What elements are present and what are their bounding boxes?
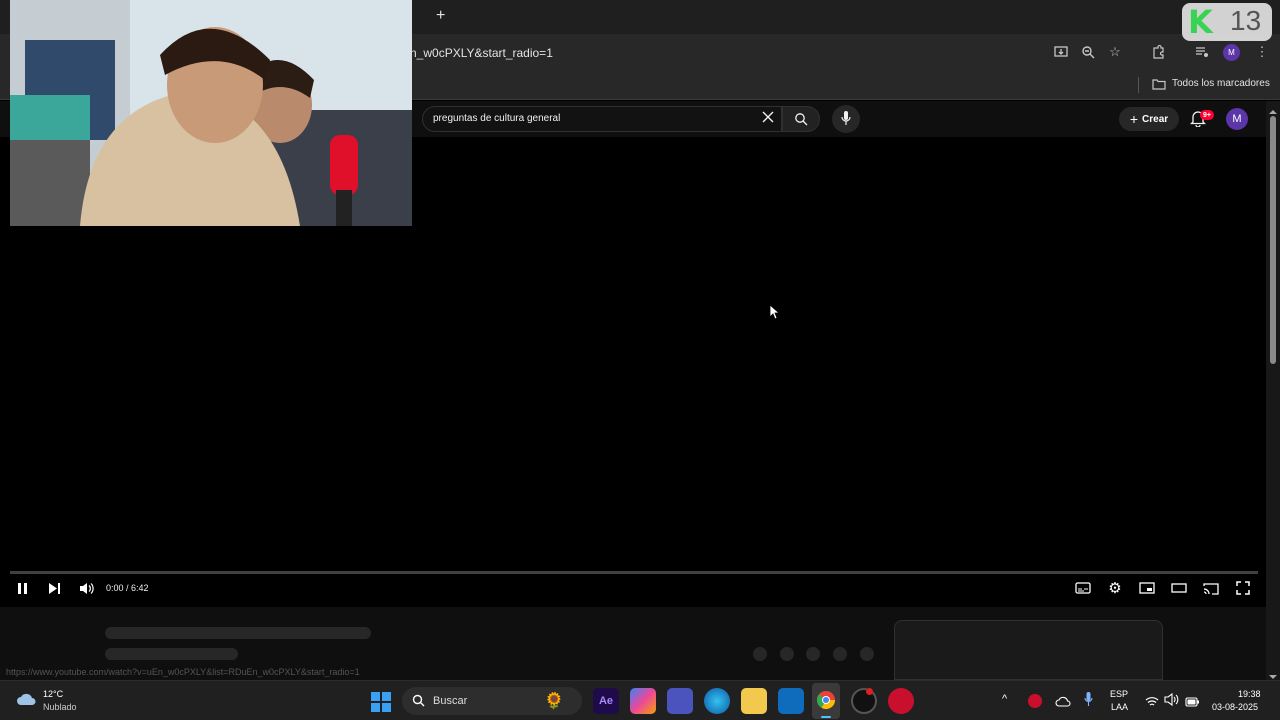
zoom-icon[interactable] xyxy=(1078,42,1098,62)
microphone-tray-icon[interactable] xyxy=(1084,692,1093,712)
mouse-cursor-icon xyxy=(769,304,781,325)
playlist-panel-skeleton xyxy=(894,620,1163,680)
volume-button[interactable] xyxy=(75,577,97,599)
cloud-weather-icon[interactable] xyxy=(16,691,38,712)
webcam-overlay xyxy=(10,0,412,226)
sunflower-icon: 🌻 xyxy=(544,693,564,710)
pause-icon xyxy=(18,582,27,594)
windows-taskbar: 12°C Nublado Buscar 🌻 Ae ^ ESP LAA 19:38… xyxy=(0,680,1280,720)
loading-dot xyxy=(780,647,794,661)
scroll-down-arrow-icon[interactable] xyxy=(1269,668,1277,679)
edge-browser-icon[interactable] xyxy=(704,688,730,714)
create-label: Crear xyxy=(1142,113,1169,125)
fullscreen-button[interactable] xyxy=(1232,577,1254,599)
weather-desc: Nublado xyxy=(43,702,77,712)
weather-temp: 12°C xyxy=(43,689,64,699)
obs-app-icon[interactable] xyxy=(851,688,877,714)
taskbar-search-placeholder: Buscar xyxy=(433,695,468,707)
teams-app-icon[interactable] xyxy=(667,688,693,714)
install-app-icon[interactable] xyxy=(1051,42,1071,62)
subtitles-icon xyxy=(1075,582,1091,594)
next-button[interactable] xyxy=(43,577,65,599)
clock-time[interactable]: 19:38 xyxy=(1238,689,1261,700)
cast-button[interactable] xyxy=(1200,577,1222,599)
onedrive-cloud-icon[interactable] xyxy=(1055,694,1071,712)
bookmarks-divider xyxy=(1138,77,1139,93)
windows-logo-icon xyxy=(371,692,391,712)
pause-button[interactable] xyxy=(12,577,34,599)
miniplayer-button[interactable] xyxy=(1136,577,1158,599)
after-effects-app[interactable]: Ae xyxy=(593,688,619,714)
search-input[interactable]: preguntas de cultura general xyxy=(422,106,782,132)
logo-number: 13 xyxy=(1230,5,1262,36)
browser-menu-icon[interactable]: ⋮ xyxy=(1252,42,1272,62)
file-explorer-icon[interactable] xyxy=(741,688,767,714)
youtube-account-avatar[interactable]: M xyxy=(1226,108,1248,130)
language-layout[interactable]: LAA xyxy=(1111,702,1128,713)
folder-icon xyxy=(1152,77,1166,95)
speaker-icon[interactable] xyxy=(1164,692,1179,711)
taskbar-search[interactable]: Buscar 🌻 xyxy=(402,687,582,715)
settings-button[interactable]: ⚙ xyxy=(1104,577,1126,599)
url-text: n_w0cPXLY&start_radio=1 xyxy=(410,46,553,60)
time-display: 0:00 / 6:42 xyxy=(106,583,149,593)
microphone-icon xyxy=(841,111,851,131)
recording-indicator xyxy=(866,688,873,695)
extensions-icon[interactable] xyxy=(1148,42,1168,62)
title-skeleton xyxy=(105,627,371,639)
scrollbar-thumb[interactable] xyxy=(1270,116,1276,364)
gear-icon: ⚙ xyxy=(1108,580,1122,597)
new-tab-button[interactable]: + xyxy=(436,7,445,25)
search-query: preguntas de cultura general xyxy=(433,113,561,124)
search-icon xyxy=(794,112,808,131)
wifi-icon[interactable] xyxy=(1145,694,1159,712)
next-icon xyxy=(48,582,60,594)
outlook-app-icon[interactable] xyxy=(778,688,804,714)
clock-date[interactable]: 03-08-2025 xyxy=(1212,702,1258,713)
mcafee-app-icon[interactable] xyxy=(888,688,914,714)
search-icon xyxy=(412,694,425,712)
voice-search-button[interactable] xyxy=(832,105,860,133)
all-bookmarks-link[interactable]: Todos los marcadores xyxy=(1172,78,1270,89)
media-control-icon[interactable] xyxy=(1192,42,1212,62)
search-button[interactable] xyxy=(782,106,820,132)
mcafee-tray-icon[interactable] xyxy=(1028,694,1042,708)
windows-start-button[interactable] xyxy=(371,692,391,717)
webcam-feed-image xyxy=(10,0,412,226)
create-button[interactable]: + Crear xyxy=(1119,107,1179,131)
theater-icon xyxy=(1171,583,1187,593)
miniplayer-icon xyxy=(1139,582,1155,594)
fullscreen-icon xyxy=(1236,581,1250,595)
battery-icon[interactable] xyxy=(1185,694,1200,712)
loading-dot xyxy=(753,647,767,661)
subtitles-button[interactable] xyxy=(1072,577,1094,599)
chrome-icon xyxy=(816,691,835,710)
volume-icon xyxy=(79,582,94,594)
notification-badge: 9+ xyxy=(1200,110,1214,120)
language-code[interactable]: ESP xyxy=(1110,689,1128,700)
loading-dot xyxy=(860,647,874,661)
logo-letter: K xyxy=(1188,3,1213,41)
copilot-app-icon[interactable] xyxy=(630,688,656,714)
scroll-up-arrow-icon[interactable] xyxy=(1269,103,1277,114)
progress-bar[interactable] xyxy=(10,571,1258,574)
clear-search-icon[interactable] xyxy=(761,110,775,129)
theater-mode-button[interactable] xyxy=(1168,577,1190,599)
loading-dot xyxy=(806,647,820,661)
profile-avatar[interactable]: M xyxy=(1223,44,1240,61)
subtitle-skeleton xyxy=(105,648,238,660)
bookmark-star-icon[interactable]: ☆ xyxy=(1105,42,1125,62)
chrome-taskbar-active[interactable] xyxy=(812,683,840,719)
active-indicator xyxy=(821,716,831,718)
show-hidden-icons-chevron-icon[interactable]: ^ xyxy=(1002,693,1007,705)
channel-logo-overlay: K 13 xyxy=(1182,3,1272,41)
cast-icon xyxy=(1203,582,1219,595)
plus-icon: + xyxy=(1129,111,1139,127)
status-bar-url: https://www.youtube.com/watch?v=uEn_w0cP… xyxy=(0,664,366,680)
loading-dot xyxy=(833,647,847,661)
